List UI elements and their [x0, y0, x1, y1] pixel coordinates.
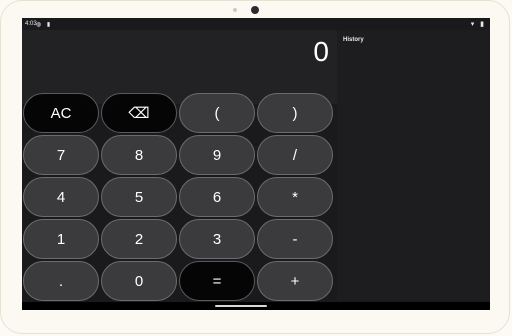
four-button[interactable]: 4 — [23, 177, 99, 217]
keypad: AC ⌫ ( ) 7 8 9 / 4 5 6 * 1 2 3 - . 0 = + — [22, 92, 337, 302]
status-time: 4:03 — [25, 21, 37, 27]
nine-button[interactable]: 9 — [179, 135, 255, 175]
calculator-screen: 4:03 ◍ ▮ ▾ ▮ 0 History AC ⌫ ( ) 7 8 9 / … — [22, 18, 490, 310]
open-paren-button[interactable]: ( — [179, 93, 255, 133]
six-button[interactable]: 6 — [179, 177, 255, 217]
one-button[interactable]: 1 — [23, 219, 99, 259]
backspace-icon: ⌫ — [128, 105, 150, 122]
three-button[interactable]: 3 — [179, 219, 255, 259]
wifi-battery-icons: ▾ ▮ — [470, 21, 486, 28]
status-notification-icons: ◍ ▮ — [36, 22, 53, 28]
equals-button[interactable]: = — [179, 261, 255, 301]
two-button[interactable]: 2 — [101, 219, 177, 259]
seven-button[interactable]: 7 — [23, 135, 99, 175]
result-display: 0 — [313, 36, 329, 67]
plus-button[interactable]: + — [257, 261, 333, 301]
ac-button[interactable]: AC — [23, 93, 99, 133]
history-title: History — [343, 37, 364, 43]
home-gesture-handle[interactable] — [215, 305, 267, 307]
front-camera — [251, 6, 259, 14]
decimal-button[interactable]: . — [23, 261, 99, 301]
backspace-button[interactable]: ⌫ — [101, 93, 177, 133]
five-button[interactable]: 5 — [101, 177, 177, 217]
minus-button[interactable]: - — [257, 219, 333, 259]
history-panel: History — [337, 30, 490, 300]
sensor-dot — [233, 8, 237, 12]
multiply-button[interactable]: * — [257, 177, 333, 217]
navigation-bar — [22, 302, 490, 310]
close-paren-button[interactable]: ) — [257, 93, 333, 133]
eight-button[interactable]: 8 — [101, 135, 177, 175]
divide-button[interactable]: / — [257, 135, 333, 175]
zero-button[interactable]: 0 — [101, 261, 177, 301]
status-bar: 4:03 ◍ ▮ ▾ ▮ — [22, 18, 490, 30]
